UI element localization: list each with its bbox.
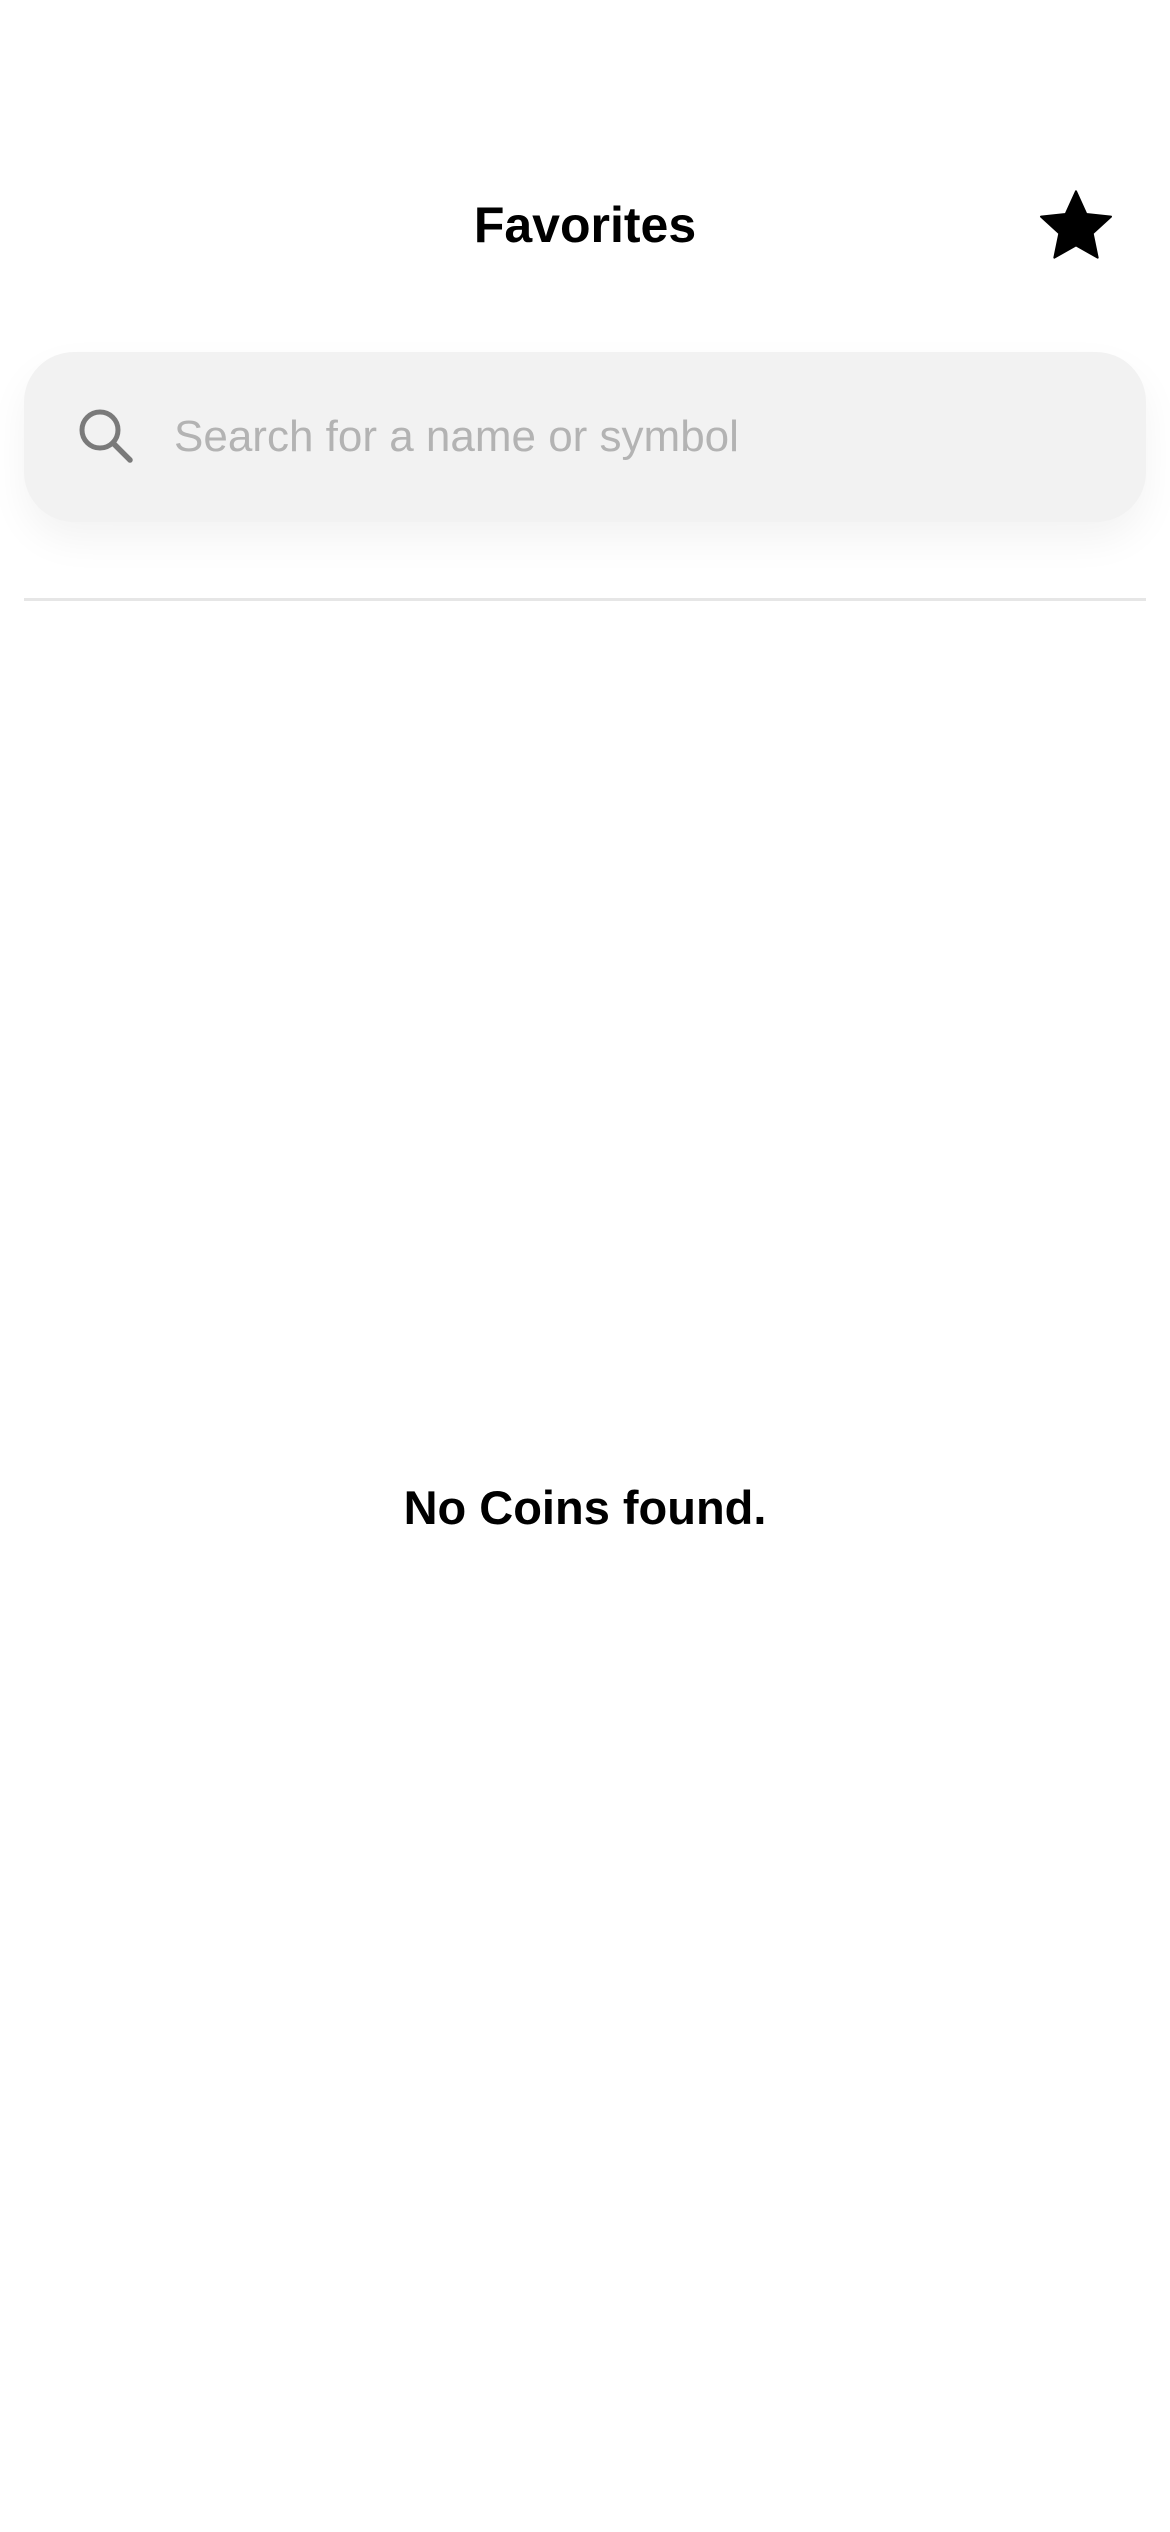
empty-state-message: No Coins found.: [403, 1481, 767, 1534]
favorites-star-button[interactable]: [1036, 186, 1116, 266]
star-icon: [1036, 186, 1116, 266]
search-input[interactable]: [174, 392, 1114, 482]
page-title: Favorites: [473, 197, 697, 253]
divider: [24, 598, 1146, 601]
header: Favorites: [0, 180, 1170, 270]
search-bar[interactable]: [24, 352, 1146, 522]
search-icon: [74, 404, 138, 468]
